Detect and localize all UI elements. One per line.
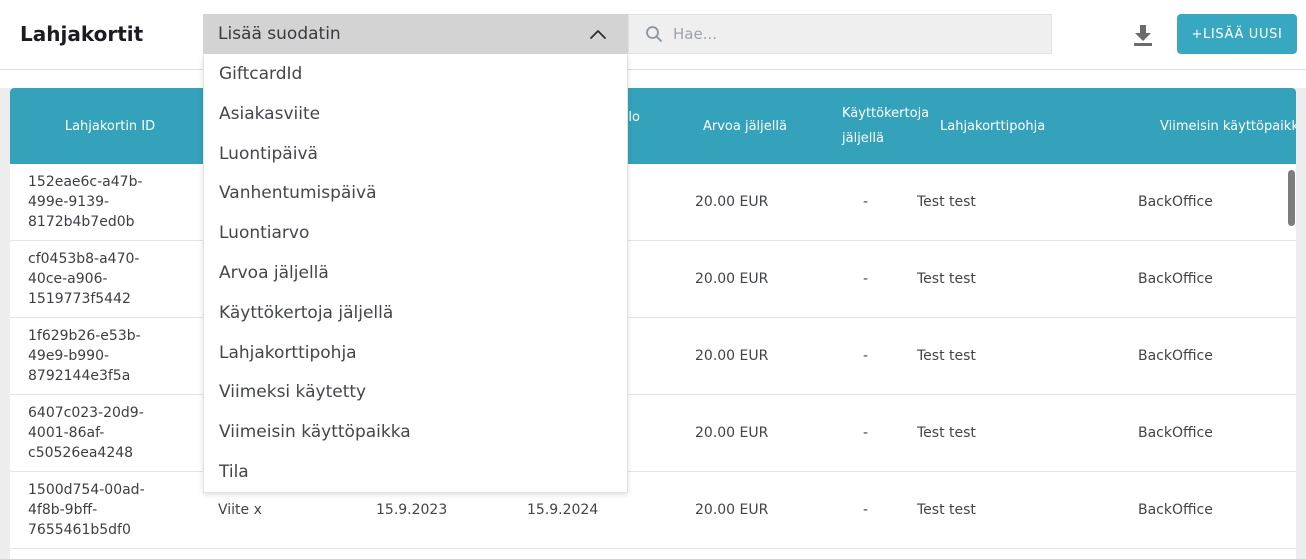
filter-option[interactable]: Käyttökertoja jäljellä: [204, 293, 627, 333]
cell-asiakasviite: Viite x: [210, 502, 360, 518]
cell-lahjakorttipohja: Test test: [915, 502, 1095, 518]
cell-viimeisin-kayttopaikka: BackOffice: [1095, 425, 1296, 441]
cell-voimassaolo: 15.9.2024: [510, 502, 655, 518]
column-header-kayttokertoja-jaljella[interactable]: Käyttökertoja jäljellä: [835, 101, 915, 151]
column-header-arvoa-jaljella[interactable]: Arvoa jäljellä: [655, 119, 835, 134]
cell-giftcard-id: 152eae6c-a47b-499e-9139-8172b4b7ed0b: [10, 172, 210, 232]
cell-giftcard-id: 6407c023-20d9-4001-86af-c50526ea4248: [10, 403, 210, 463]
cell-kayttokertoja-jaljella: -: [835, 425, 915, 441]
filter-dropdown-trigger[interactable]: Lisää suodatin: [203, 14, 628, 54]
filter-option[interactable]: Arvoa jäljellä: [204, 253, 627, 293]
filter-option[interactable]: Luontipäivä: [204, 134, 627, 174]
add-new-button[interactable]: +LISÄÄ UUSI: [1177, 14, 1297, 54]
filter-dropdown-label: Lisää suodatin: [218, 24, 341, 44]
download-icon: [1132, 23, 1154, 47]
filter-dropdown: Lisää suodatin GiftcardIdAsiakasviiteLuo…: [203, 14, 628, 493]
vertical-scrollbar[interactable]: [1288, 170, 1295, 226]
top-bar: Lahjakortit +LISÄÄ UUSI: [0, 0, 1306, 70]
filter-option[interactable]: Vanhentumispäivä: [204, 173, 627, 213]
cell-kayttokertoja-jaljella: -: [835, 348, 915, 364]
cell-luontipaiva: 15.9.2023: [360, 502, 510, 518]
cell-arvoa-jaljella: 20.00 EUR: [655, 194, 835, 210]
cell-lahjakorttipohja: Test test: [915, 425, 1095, 441]
filter-options-menu: GiftcardIdAsiakasviiteLuontipäiväVanhent…: [203, 54, 628, 493]
filter-option[interactable]: Lahjakorttipohja: [204, 333, 627, 373]
filter-option[interactable]: Tila: [204, 452, 627, 492]
filter-option[interactable]: Luontiarvo: [204, 213, 627, 253]
cell-arvoa-jaljella: 20.00 EUR: [655, 348, 835, 364]
cell-lahjakorttipohja: Test test: [915, 194, 1095, 210]
toolbar-gap: [0, 70, 1306, 88]
download-button[interactable]: [1125, 18, 1161, 52]
cell-giftcard-id: cf0453b8-a470-40ce-a906-1519773f5442: [10, 249, 210, 309]
cell-kayttokertoja-jaljella: -: [835, 502, 915, 518]
cell-lahjakorttipohja: Test test: [915, 271, 1095, 287]
search-box: [628, 14, 1052, 54]
column-header-lahjakorttipohja[interactable]: Lahjakorttipohja: [915, 119, 1095, 134]
chevron-up-icon: [590, 29, 606, 39]
column-header-lahjakortin-id[interactable]: Lahjakortin ID: [10, 119, 210, 134]
cell-viimeisin-kayttopaikka: BackOffice: [1095, 502, 1296, 518]
search-icon: [645, 25, 663, 43]
column-header-viimeisin-kayttopaikka[interactable]: Viimeisin käyttöpaikka: [1095, 119, 1296, 134]
cell-kayttokertoja-jaljella: -: [835, 271, 915, 287]
filter-option[interactable]: Viimeisin käyttöpaikka: [204, 412, 627, 452]
cell-viimeisin-kayttopaikka: BackOffice: [1095, 271, 1296, 287]
cell-kayttokertoja-jaljella: -: [835, 194, 915, 210]
filter-option[interactable]: Viimeksi käytetty: [204, 373, 627, 413]
filter-option[interactable]: GiftcardId: [204, 54, 627, 94]
cell-giftcard-id: 1f629b26-e53b-49e9-b990-8792144e3f5a: [10, 326, 210, 386]
cell-arvoa-jaljella: 20.00 EUR: [655, 425, 835, 441]
filter-option[interactable]: Asiakasviite: [204, 94, 627, 134]
cell-arvoa-jaljella: 20.00 EUR: [655, 271, 835, 287]
giftcards-page: Lahjakortin ID Asiakasviite Luontipäivä …: [0, 0, 1306, 559]
cell-viimeisin-kayttopaikka: BackOffice: [1095, 348, 1296, 364]
search-input[interactable]: [663, 15, 1051, 53]
cell-lahjakorttipohja: Test test: [915, 348, 1095, 364]
cell-viimeisin-kayttopaikka: BackOffice: [1095, 194, 1296, 210]
page-title: Lahjakortit: [20, 22, 143, 46]
cell-arvoa-jaljella: 20.00 EUR: [655, 502, 835, 518]
cell-giftcard-id: 1500d754-00ad-4f8b-9bff-7655461b5df0: [10, 480, 210, 540]
